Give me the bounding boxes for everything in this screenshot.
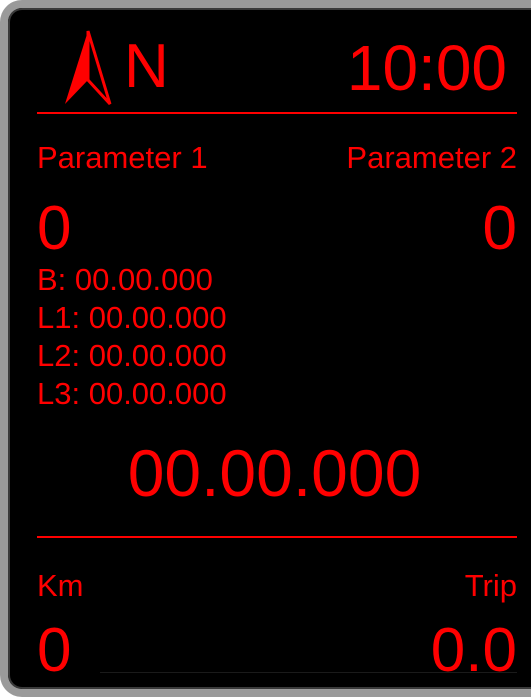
coordinate-list: B: 00.00.000 L1: 00.00.000 L2: 00.00.000… — [37, 261, 227, 413]
trip-underline — [100, 672, 517, 673]
north-arrow-icon — [65, 30, 112, 106]
clock: 10:00 — [346, 32, 507, 104]
parameter-1-value: 0 — [37, 194, 72, 263]
parameter-2-value: 0 — [482, 194, 517, 263]
parameter-1-label: Parameter 1 — [37, 140, 208, 175]
km-value: 0 — [37, 616, 72, 685]
parameter-2-label: Parameter 2 — [346, 140, 517, 175]
heading-letter: N — [124, 32, 169, 101]
footer-divider — [37, 536, 517, 538]
coordinate-b: B: 00.00.000 — [37, 262, 213, 297]
header-divider — [37, 112, 517, 114]
coordinate-l2: L2: 00.00.000 — [37, 338, 227, 373]
km-label: Km — [37, 568, 84, 603]
coordinate-l3: L3: 00.00.000 — [37, 376, 227, 411]
coordinate-l1: L1: 00.00.000 — [37, 300, 227, 335]
main-readout: 00.00.000 — [127, 436, 422, 510]
trip-label: Trip — [464, 568, 517, 603]
device-screen: N 10:00 Parameter 1 Parameter 2 0 0 B: 0… — [0, 0, 531, 697]
